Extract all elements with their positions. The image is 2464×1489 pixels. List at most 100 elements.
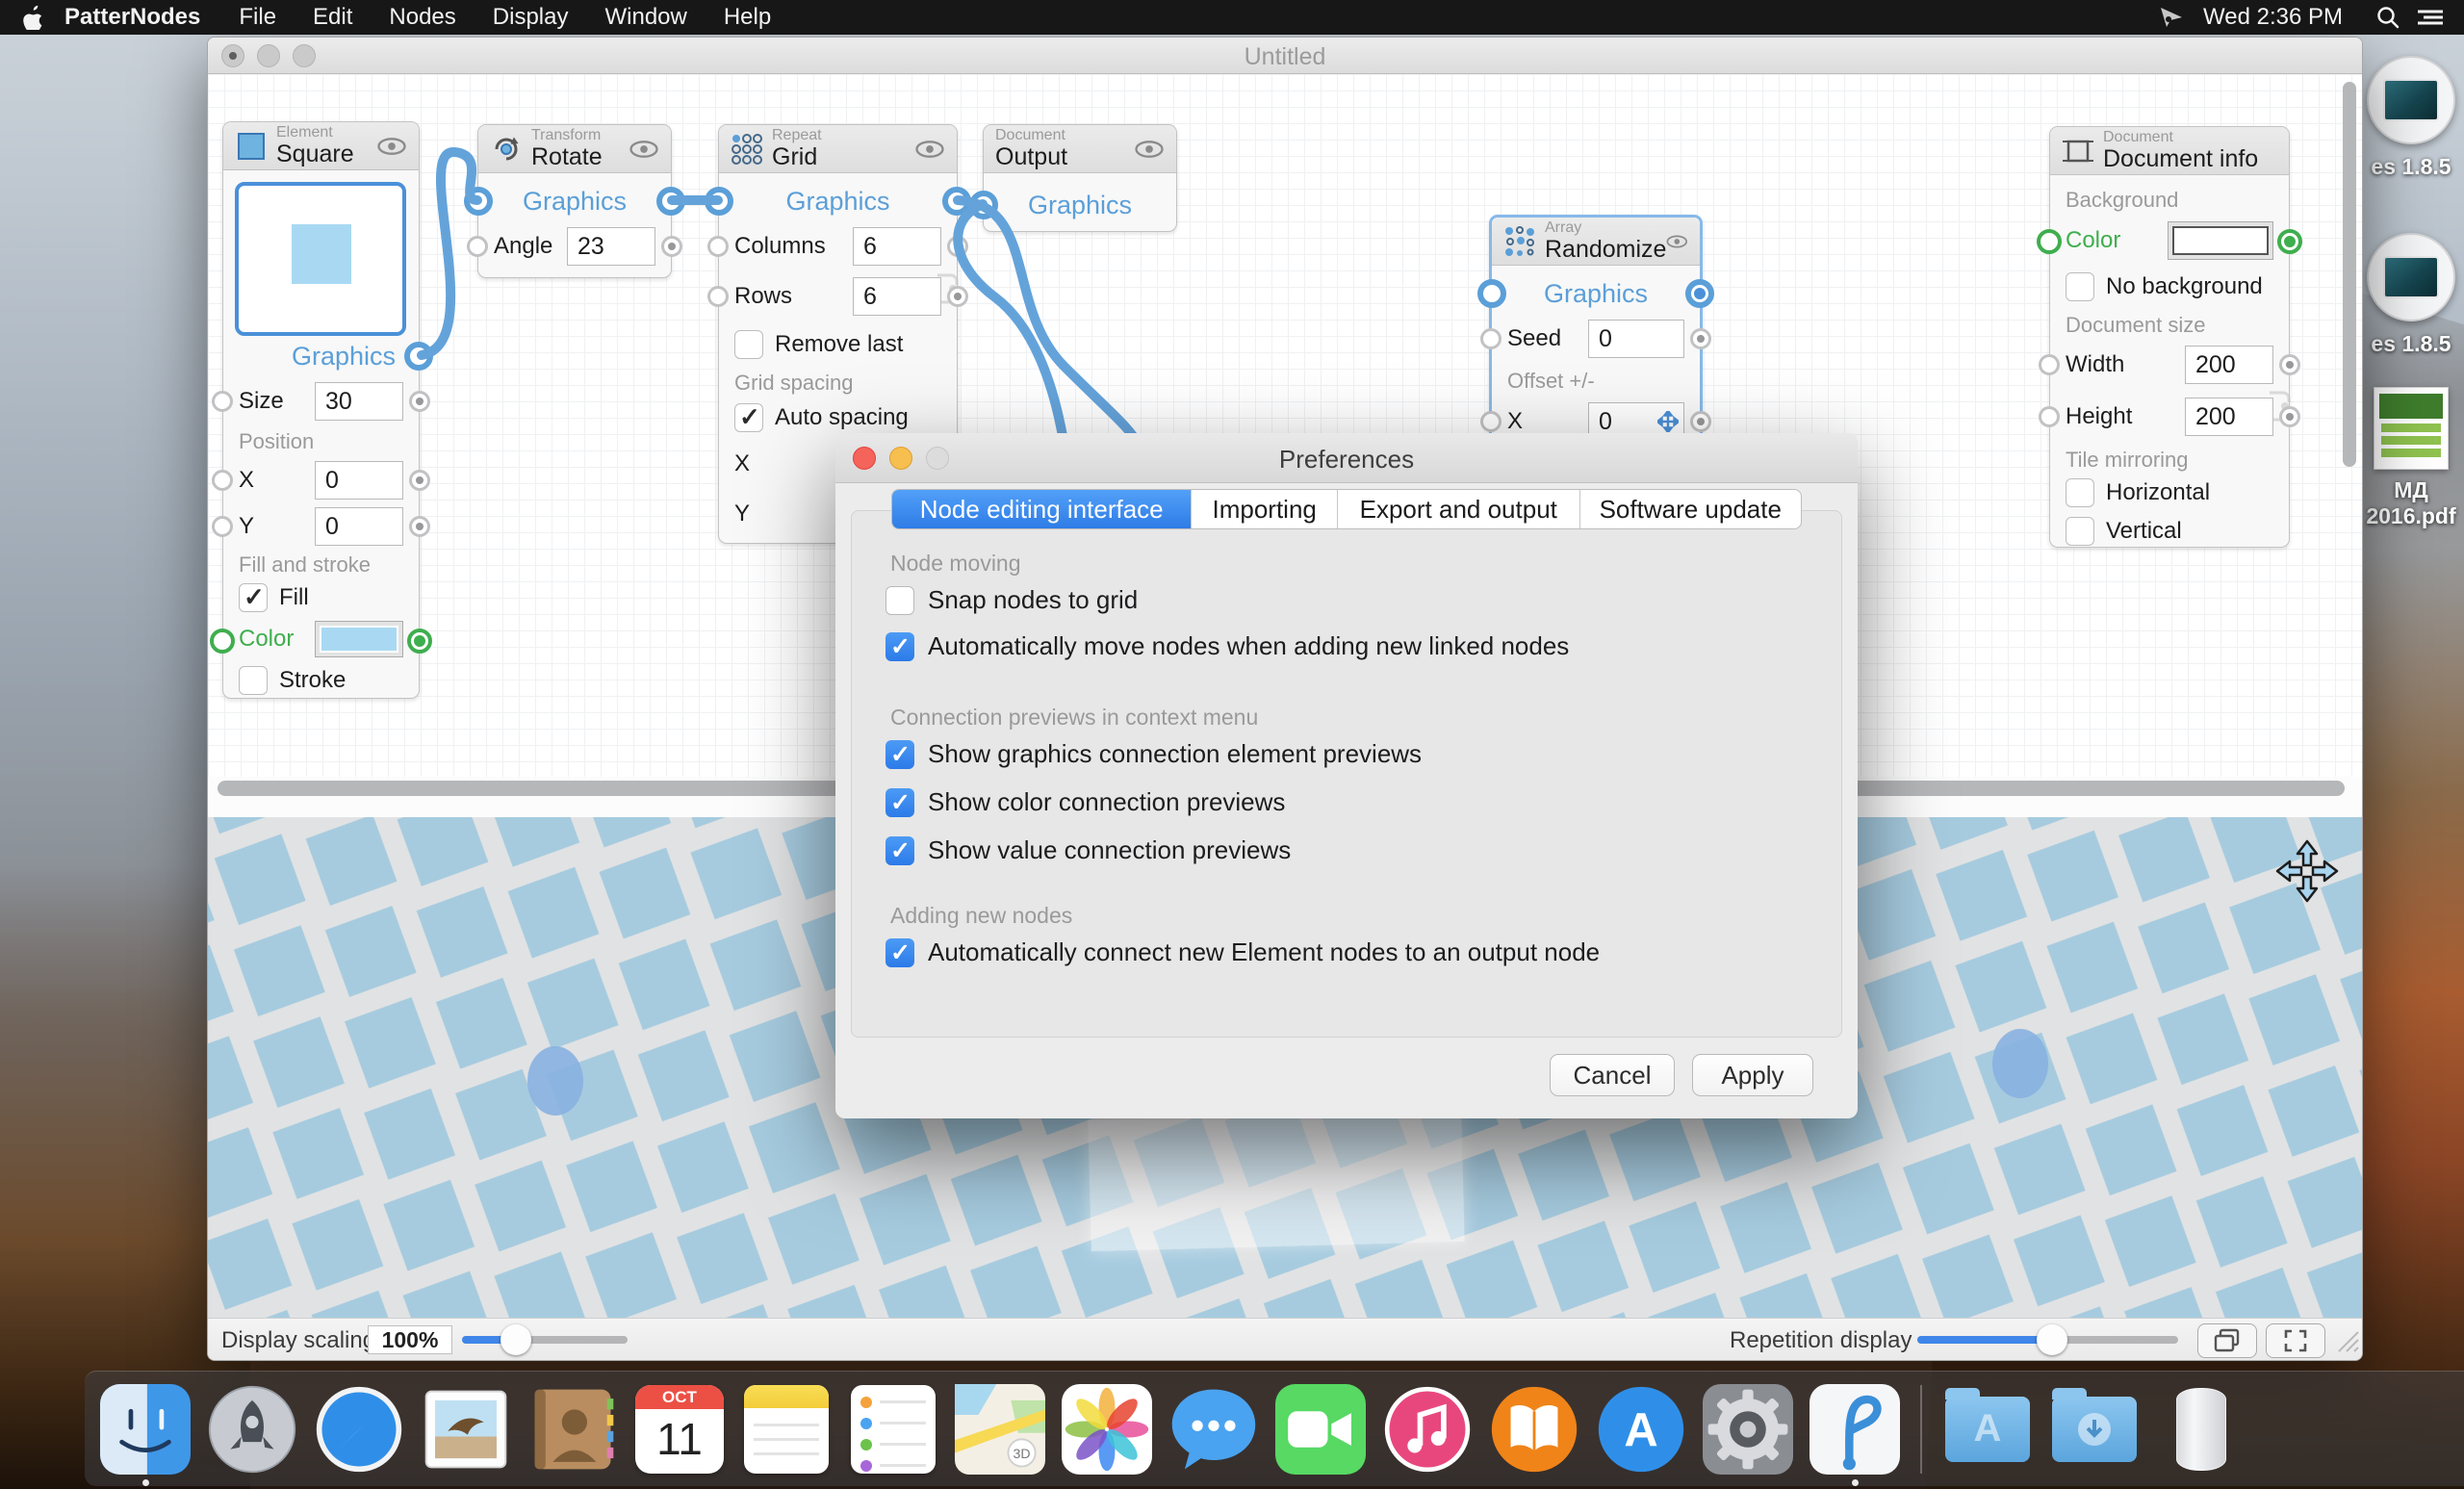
color-input-port[interactable] xyxy=(2037,229,2062,254)
x-output-port[interactable] xyxy=(1690,411,1711,432)
no-background-checkbox[interactable] xyxy=(2066,272,2094,301)
size-output-port[interactable] xyxy=(409,391,430,412)
node-header[interactable]: Document Output xyxy=(984,125,1176,173)
tab-software-update[interactable]: Software update xyxy=(1580,490,1802,528)
graphics-output-port[interactable] xyxy=(942,187,971,216)
display-scaling-value[interactable]: 100% xyxy=(368,1325,452,1354)
node-header[interactable]: Document Document info xyxy=(2050,127,2289,175)
color-input-port[interactable] xyxy=(210,629,235,654)
cancel-button[interactable]: Cancel xyxy=(1550,1054,1675,1096)
y-output-port[interactable] xyxy=(409,516,430,537)
node-document-output[interactable]: Document Output Graphics xyxy=(983,124,1177,232)
color-swatch[interactable] xyxy=(315,621,403,657)
checkbox-checked[interactable] xyxy=(886,788,914,817)
dock-facetime[interactable] xyxy=(1273,1382,1368,1476)
dock-mail[interactable] xyxy=(419,1382,513,1476)
dock-trash[interactable] xyxy=(2154,1382,2248,1476)
checkbox-checked[interactable] xyxy=(886,938,914,967)
vertical-checkbox[interactable] xyxy=(2066,517,2094,546)
pref-show-graphics-previews[interactable]: Show graphics connection element preview… xyxy=(886,739,1422,769)
stroke-checkbox[interactable] xyxy=(239,666,268,695)
tile-view-button[interactable] xyxy=(2197,1323,2257,1358)
graphics-output-port[interactable] xyxy=(1685,279,1714,308)
dock-safari[interactable] xyxy=(312,1382,406,1476)
dock-calendar[interactable]: OCT 11 xyxy=(632,1382,727,1476)
y-field[interactable] xyxy=(315,507,403,546)
repetition-display-slider-thumb[interactable] xyxy=(2037,1324,2067,1355)
checkbox-checked[interactable] xyxy=(886,632,914,661)
dock-contacts[interactable] xyxy=(526,1382,620,1476)
width-field[interactable] xyxy=(2185,346,2273,384)
y-input-port[interactable] xyxy=(212,516,233,537)
desktop-icon-disk-image-2[interactable]: es 1.8.5 xyxy=(2358,233,2464,357)
remove-last-checkbox[interactable] xyxy=(734,330,763,359)
background-color-swatch[interactable] xyxy=(2168,221,2273,260)
visibility-eye-icon[interactable] xyxy=(629,141,659,158)
visibility-eye-icon[interactable] xyxy=(1134,141,1165,158)
menu-nodes[interactable]: Nodes xyxy=(371,4,474,31)
rows-field[interactable] xyxy=(853,277,941,316)
pref-show-value-previews[interactable]: Show value connection previews xyxy=(886,835,1291,865)
dock-downloads-folder[interactable] xyxy=(2047,1382,2142,1476)
dock-photos[interactable] xyxy=(1060,1382,1154,1476)
visibility-eye-icon[interactable] xyxy=(914,141,945,158)
pref-auto-connect-element-nodes[interactable]: Automatically connect new Element nodes … xyxy=(886,937,1600,967)
menu-app-name[interactable]: PatterNodes xyxy=(44,4,220,31)
repetition-display-slider[interactable] xyxy=(1917,1336,2178,1344)
width-output-port[interactable] xyxy=(2279,354,2300,375)
node-element-square[interactable]: Element Square Graphics Size Position X … xyxy=(222,121,420,699)
auto-spacing-checkbox[interactable] xyxy=(734,403,763,432)
node-header[interactable]: Element Square xyxy=(223,122,419,170)
menu-clock[interactable]: Wed 2:36 PM xyxy=(2186,4,2360,31)
fullscreen-button[interactable] xyxy=(2266,1323,2325,1358)
height-input-port[interactable] xyxy=(2039,406,2060,427)
color-output-port[interactable] xyxy=(2277,229,2302,254)
seed-output-port[interactable] xyxy=(1690,328,1711,349)
node-transform-rotate[interactable]: Transform Rotate Graphics Angle xyxy=(477,124,672,278)
apple-menu-icon[interactable] xyxy=(23,5,44,30)
dock-reminders[interactable] xyxy=(846,1382,940,1476)
window-title-bar[interactable]: Untitled xyxy=(208,38,2362,74)
x-input-port[interactable] xyxy=(212,470,233,491)
angle-output-port[interactable] xyxy=(661,236,682,257)
dock-finder[interactable] xyxy=(98,1382,192,1476)
x-input-port[interactable] xyxy=(1480,411,1502,432)
columns-input-port[interactable] xyxy=(707,236,729,257)
dock-app-store[interactable]: A xyxy=(1594,1382,1688,1476)
graphics-input-port[interactable] xyxy=(1477,279,1506,308)
dock-itunes[interactable] xyxy=(1380,1382,1475,1476)
menu-file[interactable]: File xyxy=(220,4,295,31)
node-header[interactable]: Repeat Grid xyxy=(719,125,957,173)
angle-input-port[interactable] xyxy=(467,236,488,257)
horizontal-checkbox[interactable] xyxy=(2066,478,2094,507)
columns-output-port[interactable] xyxy=(947,236,968,257)
node-header[interactable]: Array Randomize xyxy=(1492,218,1700,266)
dock-applications-folder[interactable]: A xyxy=(1940,1382,2035,1476)
graphics-output-port[interactable] xyxy=(404,342,433,371)
menu-help[interactable]: Help xyxy=(706,4,789,31)
desktop-icon-pdf[interactable]: МД 2016.pdf xyxy=(2358,387,2464,529)
size-field[interactable] xyxy=(315,382,403,421)
graphics-input-port[interactable] xyxy=(969,191,998,219)
node-document-info[interactable]: Document Document info Background Color … xyxy=(2049,126,2290,548)
move-handle-icon[interactable] xyxy=(1657,411,1679,432)
angle-field[interactable] xyxy=(567,227,655,266)
rows-input-port[interactable] xyxy=(707,286,729,307)
dock-launchpad[interactable] xyxy=(205,1382,299,1476)
graphics-input-port[interactable] xyxy=(464,187,493,216)
checkbox-checked[interactable] xyxy=(886,740,914,769)
fill-checkbox[interactable] xyxy=(239,583,268,612)
dock-messages[interactable] xyxy=(1167,1382,1261,1476)
height-field[interactable] xyxy=(2185,398,2273,436)
node-header[interactable]: Transform Rotate xyxy=(478,125,671,173)
seed-field[interactable] xyxy=(1588,320,1684,358)
desktop-icon-disk-image-1[interactable]: es 1.8.5 xyxy=(2358,56,2464,180)
columns-field[interactable] xyxy=(853,227,941,266)
dock-system-preferences[interactable] xyxy=(1701,1382,1795,1476)
patternodes-status-icon[interactable] xyxy=(2157,5,2186,30)
menu-window[interactable]: Window xyxy=(586,4,705,31)
visibility-eye-icon[interactable] xyxy=(376,138,407,155)
vertical-scrollbar[interactable] xyxy=(2343,82,2356,467)
visibility-eye-icon[interactable] xyxy=(1666,233,1688,250)
x-field[interactable] xyxy=(315,461,403,500)
